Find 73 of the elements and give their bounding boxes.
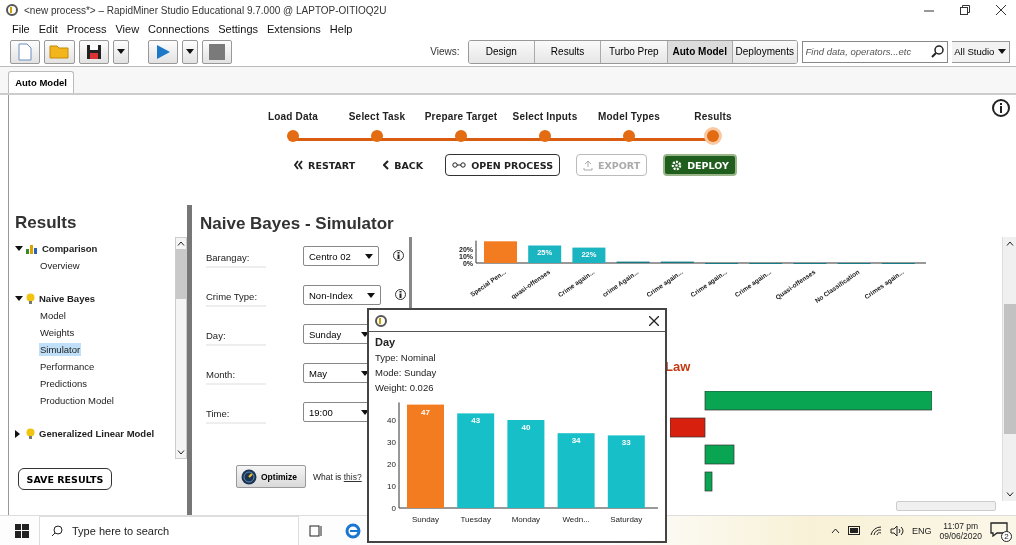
step-button[interactable]: OPEN PROCESS <box>445 154 560 176</box>
value-label: 47 <box>421 407 430 417</box>
help-text: What is this? <box>313 471 362 482</box>
scope-dropdown[interactable]: All Studio <box>951 40 1010 63</box>
tree-item[interactable]: Generalized Linear Model <box>38 427 156 440</box>
step-label: Results <box>694 111 732 122</box>
language-indicator[interactable]: ENG <box>911 525 932 536</box>
axis-tick-label: 10 <box>387 482 396 491</box>
window-title: <new process*> – RapidMiner Studio Educational 9.7.000 @ LAPTOP-OITIOQ2U <box>24 4 387 16</box>
axis-tick-label: 30 <box>387 438 396 447</box>
menu-item[interactable]: Edit <box>38 22 58 35</box>
value-label: 34 <box>571 436 581 446</box>
category-label: Monday <box>511 515 541 524</box>
tree-item[interactable]: Simulator <box>39 343 82 356</box>
menu-item[interactable]: Help <box>329 22 353 35</box>
category-label: Wedn... <box>562 515 590 524</box>
category-label: Tuesday <box>460 515 491 524</box>
value-label: 33 <box>621 438 631 448</box>
step-button[interactable]: DEPLOY <box>663 154 737 176</box>
axis-tick-label: 0 <box>391 504 396 513</box>
view-tab[interactable]: Auto Model <box>667 40 733 63</box>
menu-item[interactable]: Connections <box>148 22 210 35</box>
help-link[interactable]: this? <box>343 471 362 482</box>
attribute-info: Weight: 0.026 <box>375 382 435 395</box>
simulator-heading: Naive Bayes - Simulator <box>199 213 395 235</box>
tree-item[interactable]: Performance <box>39 360 96 373</box>
tree-item[interactable]: Overview <box>39 259 81 272</box>
tree-item[interactable]: Model <box>39 309 67 322</box>
menu-item[interactable]: Settings <box>218 22 258 35</box>
attribute-info: Mode: Sunday <box>375 367 438 380</box>
notifications-icon[interactable]: 2 <box>990 521 1010 540</box>
category-label: Sunday <box>411 515 440 524</box>
notification-count: 2 <box>1001 530 1012 542</box>
menu-item[interactable]: Process <box>66 22 107 35</box>
tab[interactable]: Auto Model <box>8 71 74 93</box>
menu-item[interactable]: View <box>115 22 140 35</box>
search-field[interactable]: Find data, operators...etc <box>801 40 948 63</box>
menu-item[interactable]: Extensions <box>267 22 321 35</box>
save-results-button[interactable]: SAVE RESULTS <box>18 468 112 490</box>
view-tab[interactable]: Results <box>534 40 602 63</box>
view-tab[interactable]: Turbo Prep <box>601 40 668 63</box>
field-label: Month: <box>206 363 266 385</box>
attribute-name: Day <box>375 336 397 350</box>
field-label: Time: <box>206 402 266 424</box>
axis-tick-label: 40 <box>387 416 396 425</box>
dropdown[interactable]: Non-Index <box>303 285 381 305</box>
views-label: Views: <box>430 46 460 57</box>
menu-item[interactable]: File <box>12 22 30 35</box>
tree-item[interactable]: Production Model <box>39 394 115 407</box>
step-label: Select Task <box>348 111 406 122</box>
value-label: 43 <box>471 416 481 426</box>
tree-item[interactable]: Naive Bayes <box>38 292 96 305</box>
step-label: Load Data <box>267 111 319 122</box>
tree-item[interactable]: Comparison <box>41 242 99 255</box>
field-label: Barangay: <box>206 246 266 268</box>
view-tab[interactable]: Design <box>468 40 535 63</box>
attribute-info: Type: Nominal <box>375 352 437 365</box>
taskbar-search-field[interactable]: Type here to search <box>39 515 299 545</box>
step-label: Prepare Target <box>424 111 498 122</box>
tree-item[interactable]: Weights <box>39 326 76 339</box>
dropdown[interactable]: Centro 02 <box>303 246 379 266</box>
step-label: Model Types <box>598 111 660 122</box>
clock[interactable]: 11:07 pm 09/06/2020 <box>939 520 982 541</box>
field-label: Day: <box>206 324 266 346</box>
tree-item[interactable]: Predictions <box>39 377 88 390</box>
optimize-button[interactable]: Optimize <box>236 465 306 488</box>
field-label: Crime Type: <box>206 285 266 307</box>
view-tab[interactable]: Deployments <box>732 40 797 63</box>
category-label: Saturday <box>610 515 643 524</box>
step-label: Select Inputs <box>512 111 578 122</box>
value-label: 40 <box>521 423 531 432</box>
results-heading: Results <box>15 213 78 234</box>
axis-tick-label: 20 <box>387 460 396 469</box>
